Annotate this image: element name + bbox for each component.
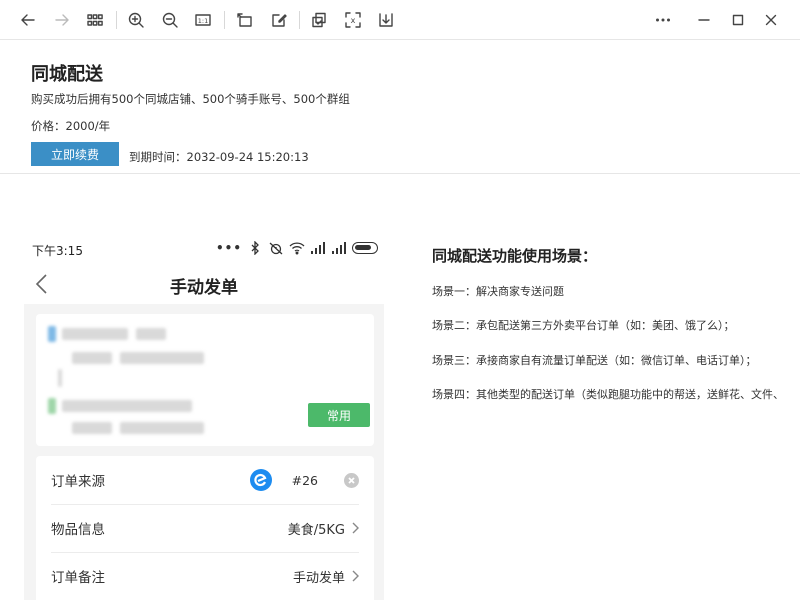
edit-icon: [272, 14, 287, 27]
chevron-right-icon: [352, 570, 359, 582]
product-description: 购买成功后拥有500个同城店铺、500个骑手账号、500个群组: [31, 92, 350, 106]
zoom-out-icon: [162, 12, 178, 28]
order-info-card: 订单来源 #26 物品信息 美食/5KG 订单备注 手动发单: [36, 456, 374, 600]
copy-button[interactable]: [307, 8, 331, 32]
toolbar-divider: [299, 11, 300, 29]
item-info-row[interactable]: 物品信息 美食/5KG: [51, 504, 359, 552]
route-line: [58, 369, 62, 387]
phone-page-title: 手动发单: [170, 278, 238, 298]
forward-button[interactable]: [50, 8, 74, 32]
bluetooth-icon: [251, 241, 259, 255]
close-button[interactable]: [759, 8, 783, 32]
copy-icon: [312, 12, 326, 28]
order-source-value: #26: [249, 456, 359, 504]
order-note-value: 手动发单: [292, 570, 345, 586]
rotate-button[interactable]: [233, 8, 257, 32]
svg-text:x: x: [351, 16, 356, 25]
thumbnails-button[interactable]: [83, 8, 107, 32]
order-source-row[interactable]: 订单来源 #26: [51, 456, 359, 504]
receiver-address-redacted: [120, 422, 204, 434]
sender-address-redacted: [72, 352, 112, 364]
toolbar-divider: [224, 11, 225, 29]
order-source-label: 订单来源: [51, 474, 105, 490]
download-icon: [379, 13, 393, 27]
thumbnails-icon: [87, 14, 103, 26]
viewer-toolbar: 1:1 x: [0, 0, 800, 40]
maximize-button[interactable]: [726, 8, 750, 32]
product-price: 价格：2000/年: [31, 119, 111, 133]
chevron-right-icon: [352, 522, 359, 534]
more-icon: [656, 18, 670, 22]
actual-size-button[interactable]: 1:1: [191, 8, 215, 32]
sender-address-redacted: [120, 352, 204, 364]
zoom-in-icon: [128, 12, 144, 28]
sender-phone-redacted: [136, 328, 166, 340]
battery-icon: [352, 242, 378, 254]
maximize-icon: [732, 14, 744, 26]
receiver-marker-icon: [48, 398, 56, 414]
receiver-name-redacted: [62, 400, 192, 412]
product-info-section: 同城配送 购买成功后拥有500个同城店铺、500个骑手账号、500个群组 价格：…: [0, 40, 800, 174]
alarm-off-icon: [269, 242, 283, 255]
expire-time: 到期时间：2032-09-24 15:20:13: [129, 150, 309, 164]
status-icons: •••: [216, 241, 378, 255]
receiver-address-redacted: [72, 422, 112, 434]
edit-button[interactable]: [267, 8, 291, 32]
close-icon: [765, 14, 777, 26]
actual-size-icon: 1:1: [195, 14, 211, 26]
item-info-value: 美食/5KG: [287, 522, 345, 538]
item-info-value-wrap: 美食/5KG: [288, 504, 359, 552]
minimize-icon: [698, 19, 710, 21]
scenario-item: 场景三：承接商家自有流量订单配送（如：微信订单、电话订单）；: [432, 354, 757, 367]
order-note-label: 订单备注: [51, 570, 105, 586]
svg-text:1:1: 1:1: [198, 17, 208, 25]
address-card: 常用: [36, 314, 374, 446]
zoom-in-button[interactable]: [124, 8, 148, 32]
signal-icon: [311, 242, 325, 254]
forward-arrow-icon: [55, 14, 69, 26]
rotate-icon: [237, 13, 252, 27]
download-button[interactable]: [374, 8, 398, 32]
back-arrow-icon: [21, 14, 35, 26]
status-time: 下午3:15: [32, 244, 83, 258]
scenario-title: 同城配送功能使用场景：: [432, 247, 598, 265]
back-button[interactable]: [16, 8, 40, 32]
scenario-item: 场景二：承包配送第三方外卖平台订单（如：美团、饿了么）；: [432, 319, 735, 332]
sender-marker-icon: [48, 326, 56, 342]
text-recognize-button[interactable]: x: [341, 8, 365, 32]
phone-nav-bar: 手动发单: [24, 266, 384, 302]
scenario-item: 场景四：其他类型的配送订单（类似跑腿功能中的帮送，送鲜花、文件、: [432, 388, 784, 401]
phone-screenshot: 下午3:15 ••• 手动发单 常用 订单来源 #26 物品信息 美食/5KG …: [24, 232, 384, 600]
signal-icon: [332, 242, 346, 254]
product-title: 同城配送: [31, 64, 103, 85]
zoom-out-button[interactable]: [158, 8, 182, 32]
renew-button[interactable]: 立即续费: [31, 142, 119, 166]
more-button[interactable]: [651, 8, 675, 32]
minimize-button[interactable]: [692, 8, 716, 32]
phone-status-bar: 下午3:15 •••: [24, 232, 384, 266]
item-info-label: 物品信息: [51, 522, 105, 538]
clear-icon[interactable]: [344, 472, 359, 488]
sender-name-redacted: [62, 328, 128, 340]
eleme-logo-icon: [249, 469, 272, 491]
toolbar-divider: [116, 11, 117, 29]
order-note-row[interactable]: 订单备注 手动发单: [51, 552, 359, 600]
status-dots-icon: •••: [215, 241, 242, 255]
common-address-button[interactable]: 常用: [308, 403, 370, 427]
wifi-icon: [289, 242, 305, 255]
order-note-value-wrap: 手动发单: [293, 552, 359, 600]
order-source-number: #26: [291, 472, 318, 488]
scenario-item: 场景一：解决商家专送问题: [432, 285, 564, 298]
text-recognize-icon: x: [345, 12, 361, 28]
